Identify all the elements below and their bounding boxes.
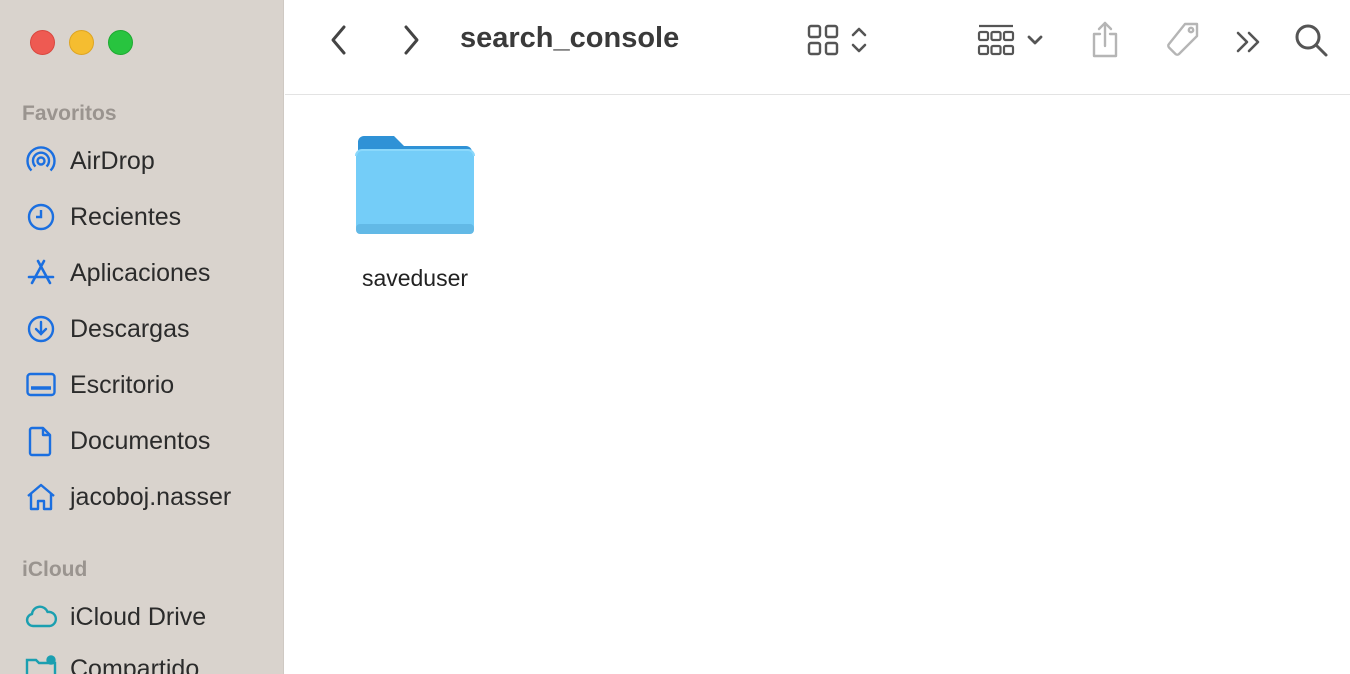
more-toolbar-items-button[interactable] — [1231, 24, 1265, 64]
tag-icon — [1163, 20, 1203, 65]
sidebar-item-label: Aplicaciones — [70, 258, 211, 287]
sidebar-item-label: iCloud Drive — [70, 602, 207, 631]
home-icon — [24, 480, 58, 514]
share-button[interactable] — [1085, 20, 1125, 64]
view-mode-button[interactable] — [797, 22, 877, 62]
search-icon — [1293, 22, 1329, 63]
sidebar-item-aplicaciones[interactable]: Aplicaciones — [24, 253, 274, 293]
window-controls — [30, 30, 133, 55]
sidebar-item-documentos[interactable]: Documentos — [24, 421, 274, 461]
sidebar-item-label: Recientes — [70, 202, 182, 231]
folder-label: saveduser — [361, 265, 469, 291]
double-chevron-right-icon — [1234, 30, 1262, 59]
toolbar: search_console — [285, 0, 1350, 95]
sidebar-item-escritorio[interactable]: Escritorio — [24, 365, 274, 405]
sidebar-item-label: Escritorio — [70, 370, 175, 399]
document-icon — [24, 424, 58, 458]
download-icon — [24, 312, 58, 346]
folder-item[interactable]: saveduser — [345, 132, 485, 292]
share-icon — [1089, 20, 1121, 65]
desktop-icon — [24, 368, 58, 402]
chevron-left-icon — [329, 24, 349, 61]
clock-icon — [24, 200, 58, 234]
sidebar-item-airdrop[interactable]: AirDrop — [24, 141, 274, 181]
finder-window: Favoritos AirDrop Recientes Aplicaciones… — [0, 0, 1350, 674]
sidebar-section-favorites: Favoritos — [22, 102, 117, 125]
sidebar-section-icloud: iCloud — [22, 558, 88, 581]
cloud-icon — [24, 600, 58, 634]
minimize-window-button[interactable] — [69, 30, 94, 55]
sidebar-item-label: AirDrop — [70, 146, 155, 175]
sidebar-item-label: Descargas — [70, 314, 190, 343]
sidebar: Favoritos AirDrop Recientes Aplicaciones… — [0, 0, 284, 674]
close-window-button[interactable] — [30, 30, 55, 55]
up-down-chevron-icon — [850, 24, 868, 61]
maximize-window-button[interactable] — [108, 30, 133, 55]
sidebar-item-label: Compartido — [70, 654, 200, 674]
airdrop-icon — [24, 144, 58, 178]
forward-button[interactable] — [393, 24, 429, 60]
tag-button[interactable] — [1161, 20, 1205, 64]
sidebar-item-label: jacoboj.nasser — [70, 482, 232, 511]
sidebar-item-home[interactable]: jacoboj.nasser — [24, 477, 274, 517]
sidebar-item-label: Documentos — [70, 426, 211, 455]
group-by-icon — [976, 22, 1016, 63]
sidebar-item-compartido[interactable]: Compartido — [24, 649, 274, 674]
shared-folder-icon — [24, 652, 58, 674]
grid-view-icon — [806, 23, 840, 62]
sidebar-item-recientes[interactable]: Recientes — [24, 197, 274, 237]
window-title: search_console — [460, 22, 680, 54]
chevron-down-icon — [1026, 33, 1044, 51]
search-button[interactable] — [1291, 22, 1331, 62]
sidebar-item-icloud-drive[interactable]: iCloud Drive — [24, 597, 274, 637]
file-browser-area[interactable]: saveduser — [285, 96, 1350, 674]
sidebar-item-descargas[interactable]: Descargas — [24, 309, 274, 349]
applications-icon — [24, 256, 58, 290]
chevron-right-icon — [401, 24, 421, 61]
folder-icon — [354, 132, 476, 241]
group-by-button[interactable] — [971, 22, 1049, 62]
back-button[interactable] — [321, 24, 357, 60]
